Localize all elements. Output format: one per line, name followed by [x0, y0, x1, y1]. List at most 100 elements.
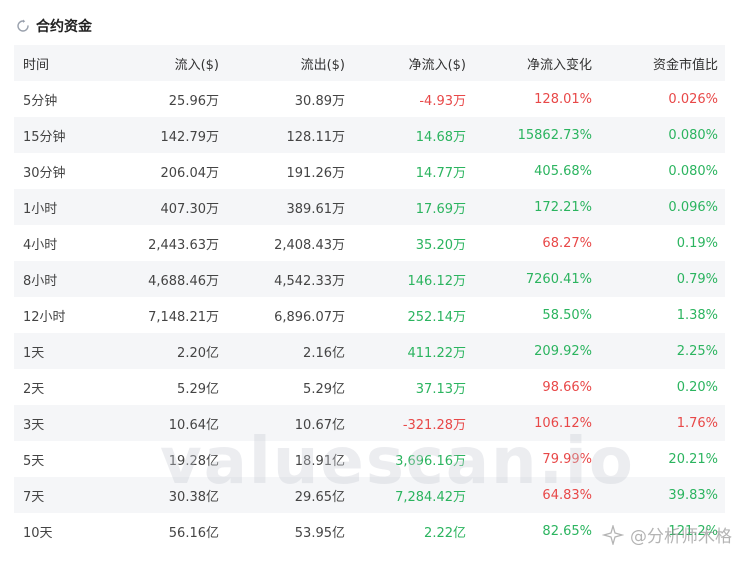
cell-net-change: 64.83%: [542, 487, 592, 503]
cell-outflow: 191.26万: [286, 165, 346, 181]
cell-inflow: 10.64亿: [168, 417, 219, 433]
cell-time: 1天: [23, 345, 45, 361]
cell-net-inflow: 35.20万: [415, 237, 466, 253]
cell-outflow: 18.91亿: [294, 453, 345, 469]
cell-market-cap-ratio: 1.38%: [676, 307, 718, 323]
table-row: 15分钟 142.79万 128.11万 14.68万 15862.73% 0.080%: [14, 117, 725, 153]
table-row: 1小时 407.30万 389.61万 17.69万 172.21% 0.096%: [14, 189, 725, 225]
cell-time: 12小时: [23, 309, 66, 325]
cell-inflow: 4,688.46万: [148, 273, 219, 289]
cell-time: 30分钟: [23, 165, 66, 181]
cell-outflow: 4,542.33万: [274, 273, 345, 289]
cell-net-change: 58.50%: [542, 307, 592, 323]
cell-time: 8小时: [23, 273, 58, 289]
cell-market-cap-ratio: 0.080%: [668, 163, 718, 179]
author-watermark: @分析师木格: [602, 522, 732, 547]
cell-inflow: 407.30万: [160, 201, 220, 217]
cell-inflow: 2.20亿: [177, 345, 219, 361]
cell-time: 3天: [23, 417, 45, 433]
cell-time: 1小时: [23, 201, 58, 217]
cell-time: 7天: [23, 489, 45, 505]
cell-market-cap-ratio: 0.20%: [676, 379, 718, 395]
cell-net-inflow: 411.22万: [407, 345, 467, 361]
cell-net-change: 209.92%: [534, 343, 592, 359]
table-header-row: 时间 流入($) 流出($) 净流入($) 净流入变化 资金市值比: [14, 45, 725, 81]
cell-outflow: 53.95亿: [294, 525, 345, 541]
cell-inflow: 142.79万: [160, 129, 220, 145]
cell-market-cap-ratio: 39.83%: [668, 487, 718, 503]
cell-inflow: 25.96万: [168, 93, 219, 109]
cell-inflow: 19.28亿: [168, 453, 219, 469]
cell-net-change: 68.27%: [542, 235, 592, 251]
cell-net-change: 128.01%: [534, 91, 592, 107]
cell-net-inflow: 14.68万: [415, 129, 466, 145]
cell-market-cap-ratio: 0.19%: [676, 235, 718, 251]
cell-market-cap-ratio: 1.76%: [676, 415, 718, 431]
cell-net-change: 82.65%: [542, 523, 592, 539]
cell-net-inflow: 3,696.16万: [395, 453, 466, 469]
cell-net-inflow: 7,284.42万: [395, 489, 466, 505]
cell-outflow: 128.11万: [286, 129, 346, 145]
header-time: 时间: [23, 57, 50, 73]
cell-market-cap-ratio: 0.080%: [668, 127, 718, 143]
cell-net-inflow: 2.22亿: [424, 525, 466, 541]
table-row: 2天 5.29亿 5.29亿 37.13万 98.66% 0.20%: [14, 369, 725, 405]
cell-outflow: 2,408.43万: [274, 237, 345, 253]
cell-time: 2天: [23, 381, 45, 397]
table-row: 3天 10.64亿 10.67亿 -321.28万 106.12% 1.76%: [14, 405, 725, 441]
table-row: 7天 30.38亿 29.65亿 7,284.42万 64.83% 39.83%: [14, 477, 725, 513]
table-body: 5分钟 25.96万 30.89万 -4.93万 128.01% 0.026% 15分钟 14…: [14, 81, 725, 549]
table-row: 1天 2.20亿 2.16亿 411.22万 209.92% 2.25%: [14, 333, 725, 369]
table-row: 30分钟 206.04万 191.26万 14.77万 405.68% 0.080%: [14, 153, 725, 189]
cell-outflow: 29.65亿: [294, 489, 345, 505]
cell-net-change: 15862.73%: [517, 127, 592, 143]
cell-inflow: 56.16亿: [168, 525, 219, 541]
table-row: 8小时 4,688.46万 4,542.33万 146.12万 7260.41% 0.79…: [14, 261, 725, 297]
cell-market-cap-ratio: 2.25%: [676, 343, 718, 359]
cell-outflow: 6,896.07万: [274, 309, 345, 325]
cell-outflow: 389.61万: [286, 201, 346, 217]
cell-market-cap-ratio: 0.79%: [676, 271, 718, 287]
header-market-cap-ratio: 资金市值比: [652, 57, 718, 73]
cell-time: 15分钟: [23, 129, 66, 145]
cell-outflow: 10.67亿: [294, 417, 345, 433]
cell-outflow: 2.16亿: [303, 345, 345, 361]
cell-net-inflow: 37.13万: [415, 381, 466, 397]
cell-net-inflow: 14.77万: [415, 165, 466, 181]
cell-net-change: 79.99%: [542, 451, 592, 467]
cell-net-inflow: -321.28万: [402, 417, 466, 433]
cell-market-cap-ratio: 0.026%: [668, 91, 718, 107]
header-inflow: 流入($): [174, 57, 219, 73]
author-watermark-text: @分析师木格: [630, 527, 732, 547]
cell-net-change: 7260.41%: [525, 271, 592, 287]
section-header: 合约资金: [16, 12, 92, 40]
cell-inflow: 5.29亿: [177, 381, 219, 397]
cell-time: 5分钟: [23, 93, 58, 109]
header-net-inflow: 净流入($): [408, 57, 466, 73]
cell-net-inflow: 146.12万: [407, 273, 467, 289]
cell-net-change: 172.21%: [534, 199, 592, 215]
cell-time: 5天: [23, 453, 45, 469]
cell-inflow: 7,148.21万: [148, 309, 219, 325]
cell-time: 4小时: [23, 237, 58, 253]
table-row: 5分钟 25.96万 30.89万 -4.93万 128.01% 0.026%: [14, 81, 725, 117]
cell-net-change: 405.68%: [534, 163, 592, 179]
table-row: 4小时 2,443.63万 2,408.43万 35.20万 68.27% 0.19%: [14, 225, 725, 261]
cell-inflow: 2,443.63万: [148, 237, 219, 253]
refresh-icon: [17, 19, 29, 32]
cell-inflow: 206.04万: [160, 165, 220, 181]
cell-net-change: 106.12%: [534, 415, 592, 431]
cell-market-cap-ratio: 20.21%: [668, 451, 718, 467]
cell-outflow: 5.29亿: [303, 381, 345, 397]
table-row: 12小时 7,148.21万 6,896.07万 252.14万 58.50% 1.38%: [14, 297, 725, 333]
table-row: 5天 19.28亿 18.91亿 3,696.16万 79.99% 20.21%: [14, 441, 725, 477]
cell-net-inflow: 17.69万: [415, 201, 466, 217]
cell-net-change: 98.66%: [542, 379, 592, 395]
header-outflow: 流出($): [300, 57, 345, 73]
cell-outflow: 30.89万: [294, 93, 345, 109]
sparkle-icon: [602, 524, 624, 545]
cell-time: 10天: [23, 525, 53, 541]
cell-net-inflow: -4.93万: [419, 93, 466, 109]
cell-inflow: 30.38亿: [168, 489, 219, 505]
cell-market-cap-ratio: 0.096%: [668, 199, 718, 215]
